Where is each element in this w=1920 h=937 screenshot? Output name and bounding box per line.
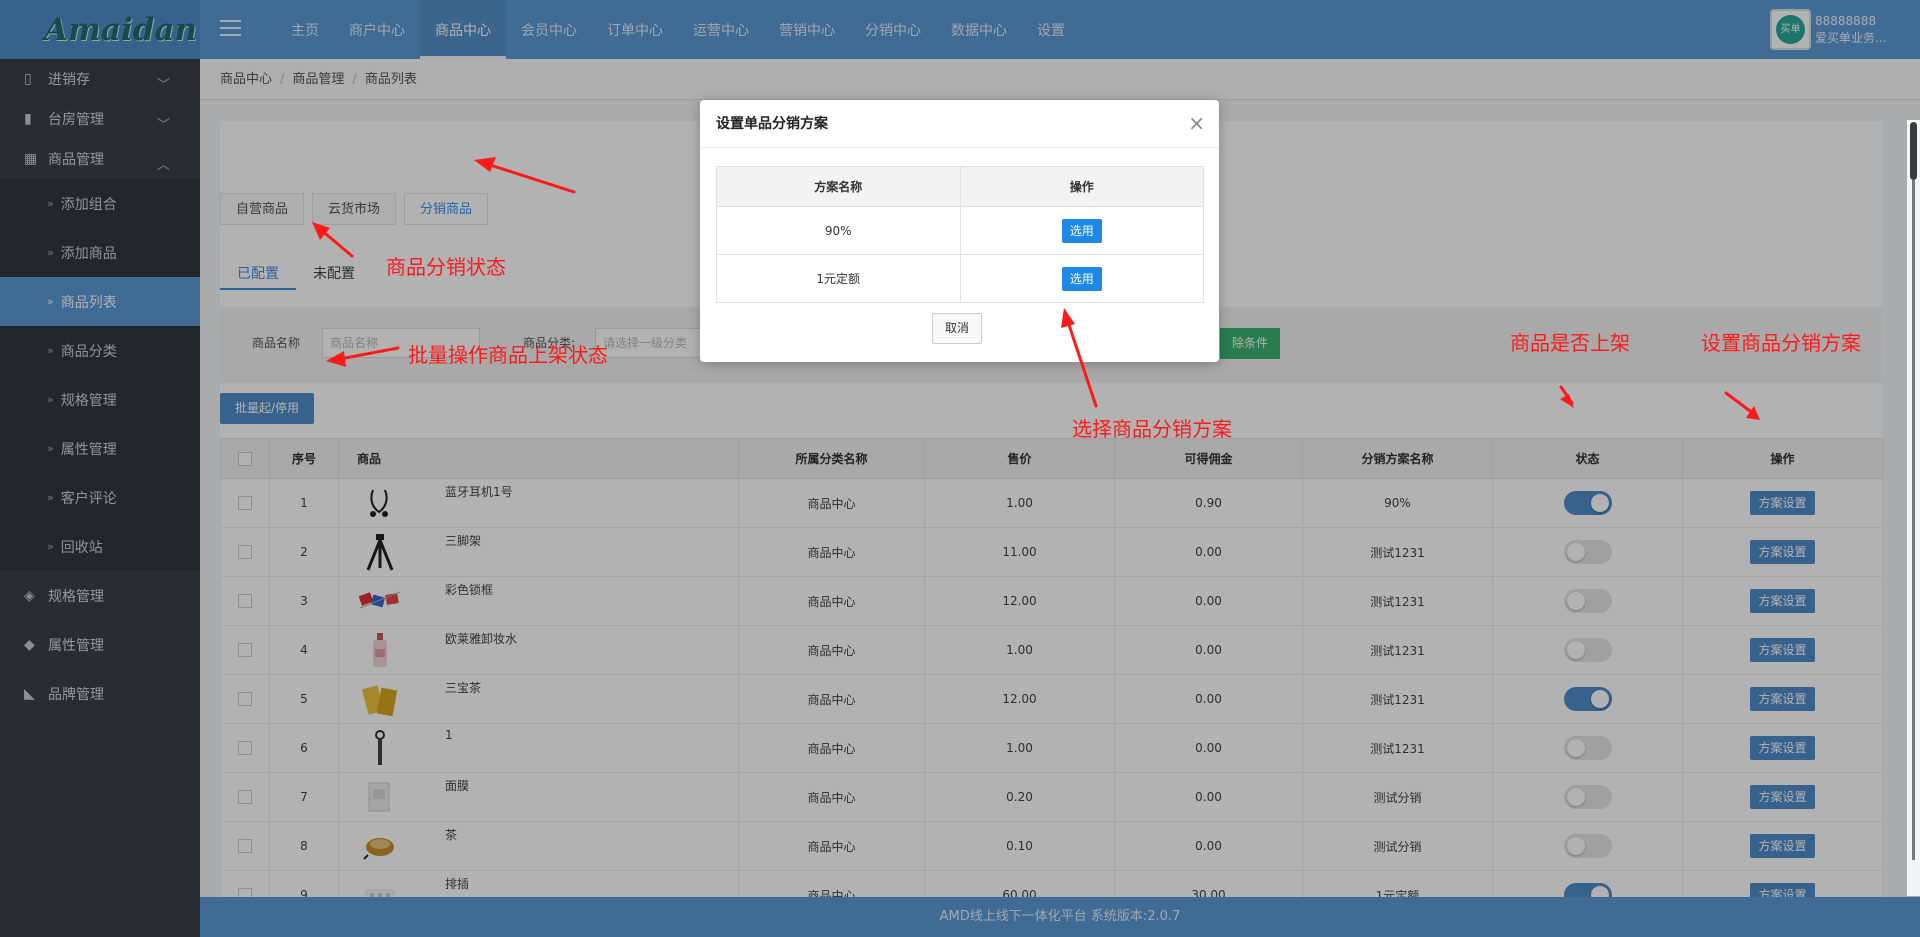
plan-row: 90% 选用 [716,206,1204,255]
modal-title: 设置单品分销方案 [700,100,1219,148]
select-plan-button[interactable]: 选用 [1061,218,1102,243]
plan-action-header: 操作 [959,166,1204,207]
annotation-status: 商品分销状态 [386,255,506,279]
plan-table: 方案名称 操作 90% 选用 1元定额 选用 [716,166,1204,303]
annotation-choose: 选择商品分销方案 [1072,417,1232,441]
plan-name-header: 方案名称 [716,166,961,207]
annotation-setplan: 设置商品分销方案 [1701,331,1861,355]
distribution-plan-modal: 设置单品分销方案 × 方案名称 操作 90% 选用 1元定额 选用 取消 [700,100,1219,362]
plan-name: 1元定额 [716,254,961,303]
annotation-bulk: 批量操作商品上架状态 [408,343,608,367]
annotation-listed: 商品是否上架 [1510,331,1630,355]
page-scrollbar[interactable] [1907,120,1920,896]
close-icon[interactable]: × [1188,113,1205,133]
plan-name: 90% [716,206,961,255]
select-plan-button[interactable]: 选用 [1061,266,1102,291]
cancel-button[interactable]: 取消 [932,313,983,344]
plan-row: 1元定额 选用 [716,254,1204,303]
